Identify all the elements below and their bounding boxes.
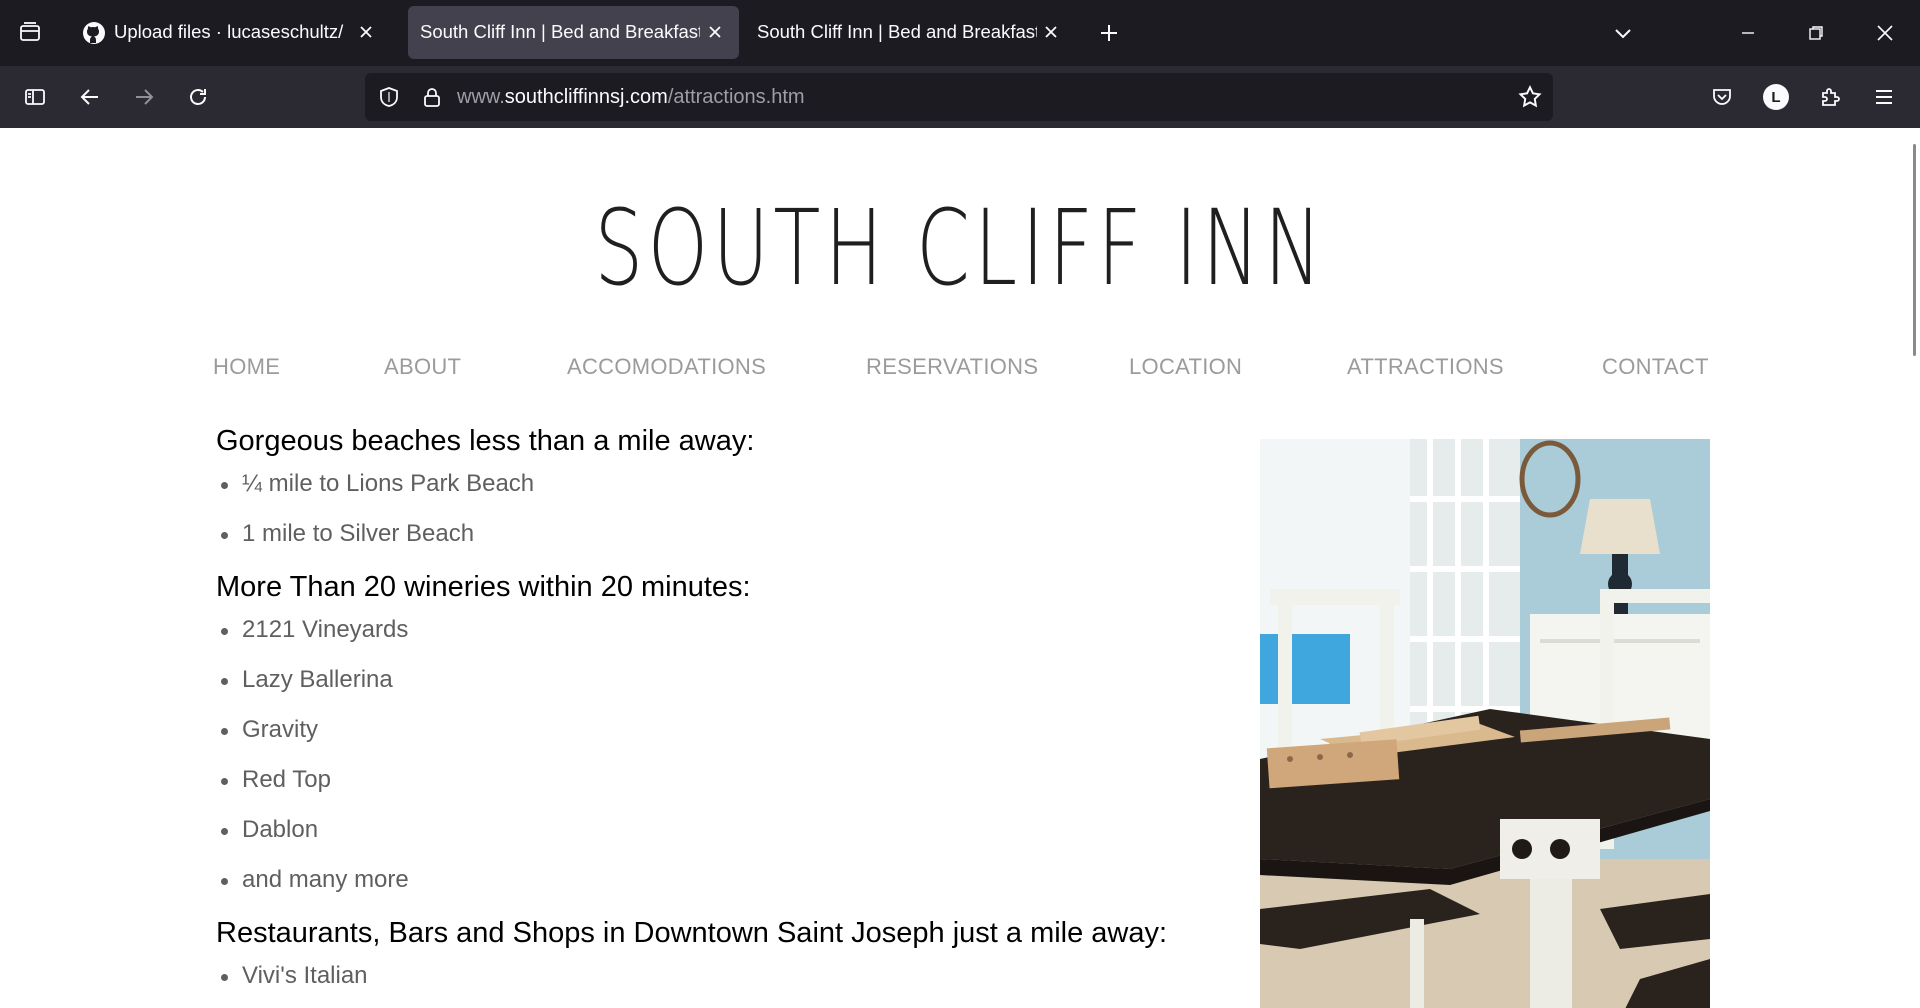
arrow-right-icon	[136, 89, 154, 105]
restaurants-list: Vivi's Italian	[216, 962, 1216, 990]
list-item: 1 mile to Silver Beach	[216, 520, 1216, 548]
pocket-icon	[1713, 89, 1731, 105]
list-all-tabs-button[interactable]	[1608, 18, 1638, 48]
lock-icon[interactable]	[420, 85, 444, 109]
new-tab-button[interactable]	[1094, 18, 1124, 48]
close-tab-button[interactable]	[703, 20, 727, 44]
nav-reservations[interactable]: RESERVATIONS	[866, 354, 1038, 380]
scrollbar-thumb[interactable]	[1913, 144, 1916, 356]
shield-icon[interactable]	[377, 85, 401, 109]
section-heading-wineries: More Than 20 wineries within 20 minutes:	[216, 571, 751, 603]
list-item: Vivi's Italian	[216, 962, 1216, 990]
url-domain: southcliffinnsj.com	[504, 86, 668, 108]
list-item: ¼ mile to Lions Park Beach	[216, 470, 1216, 498]
close-tab-button[interactable]	[1039, 20, 1063, 44]
nav-home[interactable]: HOME	[213, 354, 280, 380]
arrow-left-icon	[80, 89, 98, 105]
url-prefix: www.	[457, 86, 505, 108]
tab-title: South Cliff Inn | Bed and Breakfast | St…	[420, 21, 700, 42]
dining-room-illustration	[1260, 439, 1710, 1008]
minimize-button[interactable]	[1733, 18, 1763, 48]
app-menu-button[interactable]	[1865, 78, 1903, 116]
site-logo[interactable]: SOUTH CLIFF INN	[250, 188, 1671, 308]
reload-icon	[190, 89, 206, 105]
url-text[interactable]: www.southcliffinnsj.com/attractions.htm	[457, 86, 805, 109]
nav-contact[interactable]: CONTACT	[1602, 354, 1709, 380]
close-icon	[360, 26, 372, 38]
list-item: Dablon	[216, 816, 1216, 844]
close-tab-button[interactable]	[354, 20, 378, 44]
web-page: SOUTH CLIFF INN HOME ABOUT ACCOMODATIONS…	[0, 128, 1920, 1008]
bookmark-star-icon[interactable]	[1517, 84, 1543, 110]
extensions-button[interactable]	[1811, 78, 1849, 116]
navigation-toolbar: www.southcliffinnsj.com/attractions.htm …	[0, 66, 1920, 128]
puzzle-icon	[1822, 88, 1840, 106]
reload-button[interactable]	[179, 78, 217, 116]
list-item: Gravity	[216, 716, 1216, 744]
list-item: Lazy Ballerina	[216, 666, 1216, 694]
tab-south-cliff-inn-active[interactable]: South Cliff Inn | Bed and Breakfast | St…	[408, 6, 739, 59]
section-heading-beaches: Gorgeous beaches less than a mile away:	[216, 425, 755, 457]
url-path: /attractions.htm	[667, 86, 805, 108]
tab-list-icon	[20, 22, 40, 41]
nav-accomodations[interactable]: ACCOMODATIONS	[567, 354, 766, 380]
close-icon	[1045, 26, 1057, 38]
tab-bar: Upload files · lucaseschultz/HTML South …	[0, 0, 1920, 66]
tab-title: Upload files · lucaseschultz/HTML	[114, 21, 344, 42]
tab-upload-files[interactable]: Upload files · lucaseschultz/HTML	[70, 6, 390, 59]
nav-about[interactable]: ABOUT	[384, 354, 461, 380]
dining-room-photo	[1260, 439, 1710, 1008]
plus-icon	[1101, 25, 1117, 41]
nav-attractions[interactable]: ATTRACTIONS	[1347, 354, 1504, 380]
minimize-icon	[1742, 32, 1754, 34]
url-bar[interactable]: www.southcliffinnsj.com/attractions.htm	[365, 73, 1553, 121]
site-navigation: HOME ABOUT ACCOMODATIONS RESERVATIONS LO…	[0, 354, 1920, 384]
github-icon	[83, 22, 105, 44]
list-item: 2121 Vineyards	[216, 616, 1216, 644]
tab-south-cliff-inn[interactable]: South Cliff Inn | Bed and Breakfast | St…	[745, 6, 1075, 59]
wineries-list: 2121 Vineyards Lazy Ballerina Gravity Re…	[216, 616, 1216, 894]
close-window-button[interactable]	[1870, 18, 1900, 48]
sidebar-button[interactable]	[16, 78, 54, 116]
chevron-down-icon	[1615, 29, 1631, 39]
forward-button[interactable]	[125, 78, 163, 116]
attractions-content: Gorgeous beaches less than a mile away: …	[216, 424, 1216, 1008]
section-heading-restaurants: Restaurants, Bars and Shops in Downtown …	[216, 917, 1168, 949]
sidebar-icon	[25, 89, 45, 105]
tab-title: South Cliff Inn | Bed and Breakfast | St…	[757, 21, 1037, 42]
nav-location[interactable]: LOCATION	[1129, 354, 1242, 380]
list-item: Red Top	[216, 766, 1216, 794]
hamburger-icon	[1876, 90, 1892, 104]
list-item: and many more	[216, 866, 1216, 894]
restore-icon	[1809, 26, 1823, 40]
firefox-view-button[interactable]	[12, 14, 48, 50]
page-scrollbar[interactable]	[1904, 128, 1920, 1008]
account-button[interactable]: L	[1757, 78, 1795, 116]
beaches-list: ¼ mile to Lions Park Beach 1 mile to Sil…	[216, 470, 1216, 548]
close-icon	[709, 26, 721, 38]
restore-button[interactable]	[1801, 18, 1831, 48]
close-icon	[1877, 25, 1893, 41]
back-button[interactable]	[71, 78, 109, 116]
pocket-button[interactable]	[1703, 78, 1741, 116]
avatar: L	[1763, 84, 1789, 110]
